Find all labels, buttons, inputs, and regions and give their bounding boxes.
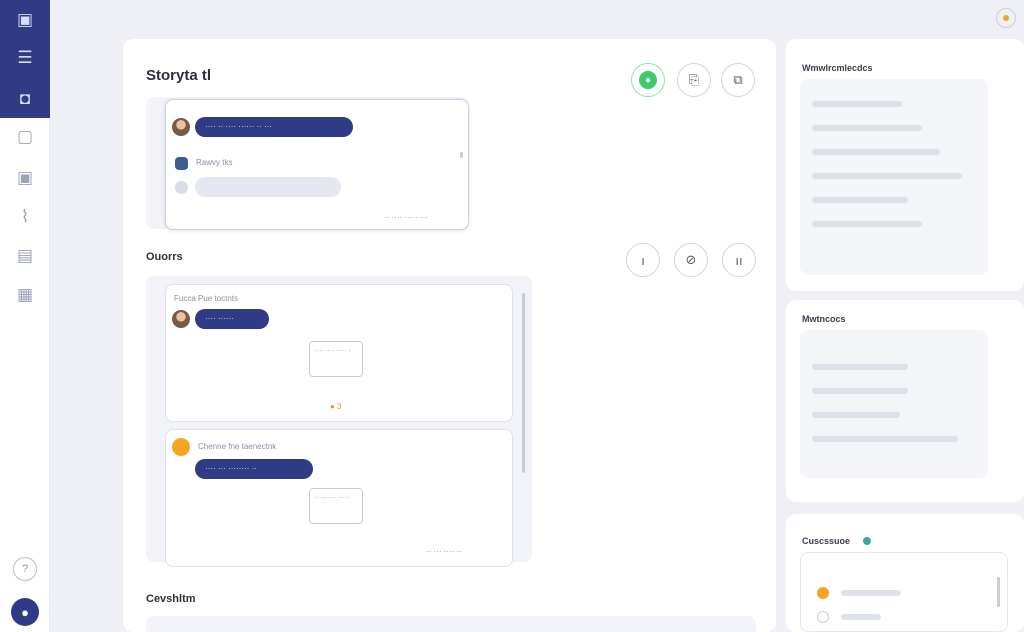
copy-icon: ⎘: [688, 72, 700, 87]
pause-icon: ı: [641, 252, 645, 268]
message-bubble: ···· ·· ···· ······ ·· ···: [195, 117, 353, 137]
expand-icon: ⧉: [733, 72, 743, 87]
side-card-1-body: ········ ··········· ·· ······ ·········…: [800, 79, 988, 275]
attachment-icon[interactable]: ⌇: [9, 201, 41, 233]
side-line: ········: [812, 101, 902, 107]
message-meta: Chenne fne taenectnk: [198, 442, 277, 451]
list-item-icon: [817, 611, 829, 623]
side-card-2-title: Mwtncocs: [802, 314, 846, 324]
call-button[interactable]: ●: [631, 63, 665, 97]
side-line: ···········: [812, 436, 958, 442]
comment-icon[interactable]: ▣: [9, 162, 41, 194]
bot-icon: [175, 157, 188, 170]
thread-message-1[interactable]: Fucca Pue toctnts ···· ······ ···· ···· …: [165, 284, 513, 422]
side-card-3-title: Cuscssuoe: [802, 536, 851, 546]
side-card-2: Mwtncocs ·········· ·········· ······· ·…: [786, 300, 1024, 502]
message-icon[interactable]: ▢: [9, 121, 41, 153]
typing-placeholder: [195, 177, 341, 197]
message-bubble: ···· ··· ········ ··: [195, 459, 313, 479]
stats-icon: ıı: [735, 252, 743, 268]
thread-message-2[interactable]: Chenne fne taenectnk ···· ··· ········ ·…: [165, 429, 513, 567]
help-icon[interactable]: ?: [13, 557, 37, 581]
typing-avatar-icon: [175, 181, 188, 194]
list-scrollbar[interactable]: [997, 577, 1000, 607]
card-scroll-indicator[interactable]: [460, 152, 463, 158]
side-line: ··········: [812, 364, 908, 370]
list-item[interactable]: [841, 614, 881, 620]
user-avatar[interactable]: ●: [11, 598, 39, 626]
notification-dot: [1003, 15, 1009, 21]
attachment-card[interactable]: ···· ···· ····· ·: [309, 341, 363, 377]
pause-button[interactable]: ı: [626, 243, 660, 277]
message-meta: Fucca Pue toctnts: [174, 294, 239, 303]
block-button[interactable]: ⊘: [674, 243, 708, 277]
side-line: ··········: [812, 221, 922, 227]
side-card-3: Cuscssuoe: [786, 514, 1024, 632]
side-line: ··········: [812, 388, 908, 394]
side-line: ·······: [812, 197, 908, 203]
table-icon[interactable]: ▤: [9, 240, 41, 272]
reaction-badge[interactable]: ● 3: [330, 402, 342, 411]
copy-button[interactable]: ⎘: [677, 63, 711, 97]
app-logo-icon[interactable]: ▣: [9, 4, 41, 36]
card-footer: ·· ···· ····· ···: [384, 213, 428, 222]
stats-button[interactable]: ıı: [722, 243, 756, 277]
list-item[interactable]: [841, 590, 901, 596]
block-icon: ⊘: [685, 252, 697, 267]
conversation-card[interactable]: ···· ·· ···· ······ ·· ··· Rawvy tks ·· …: [165, 99, 469, 230]
section-title-1: Storyta tl: [146, 67, 212, 84]
side-card-2-body: ·········· ·········· ······· ··········…: [800, 330, 988, 478]
sender-avatar-icon: [172, 438, 190, 456]
side-line: ·······: [812, 412, 900, 418]
thread-footer: ·· ··· ···· ··: [426, 547, 462, 556]
chat-active-icon[interactable]: ◘: [9, 83, 41, 115]
notification-icon[interactable]: [996, 8, 1016, 28]
attachment-card[interactable]: ·········· ·····: [309, 488, 363, 524]
call-icon: ●: [639, 71, 657, 89]
side-card-1-title: Wmwlrcmlecdcs: [802, 63, 873, 73]
section-title-2: Ouorrs: [146, 251, 183, 263]
message-bubble: ···· ······: [195, 309, 269, 329]
bottom-panel: [146, 616, 756, 632]
thread-scrollbar[interactable]: [522, 293, 525, 473]
side-card-1: Wmwlrcmlecdcs ········ ··········· ·· ··…: [786, 39, 1024, 291]
menu-icon[interactable]: ☰: [9, 42, 41, 74]
main-panel: Storyta tl ● ⎘ ⧉ ···· ·· ···· ······ ·· …: [123, 39, 776, 632]
section-title-3: Cevshltm: [146, 593, 196, 605]
side-card-3-list: [800, 552, 1008, 632]
left-nav-rail: ▣ ☰ ◘ ▢ ▣ ⌇ ▤ ▦ ? ●: [0, 0, 50, 632]
side-line: ······ ·········: [812, 149, 940, 155]
calendar-icon[interactable]: ▦: [9, 279, 41, 311]
user-avatar-icon: [172, 118, 190, 136]
side-line: ··· ··········: [812, 173, 962, 179]
side-line: ··········· ··: [812, 125, 922, 131]
list-item-icon: [817, 587, 829, 599]
status-dot-icon: [863, 537, 871, 545]
sender-avatar-icon: [172, 310, 190, 328]
expand-button[interactable]: ⧉: [721, 63, 755, 97]
sender-label: Rawvy tks: [196, 158, 233, 167]
